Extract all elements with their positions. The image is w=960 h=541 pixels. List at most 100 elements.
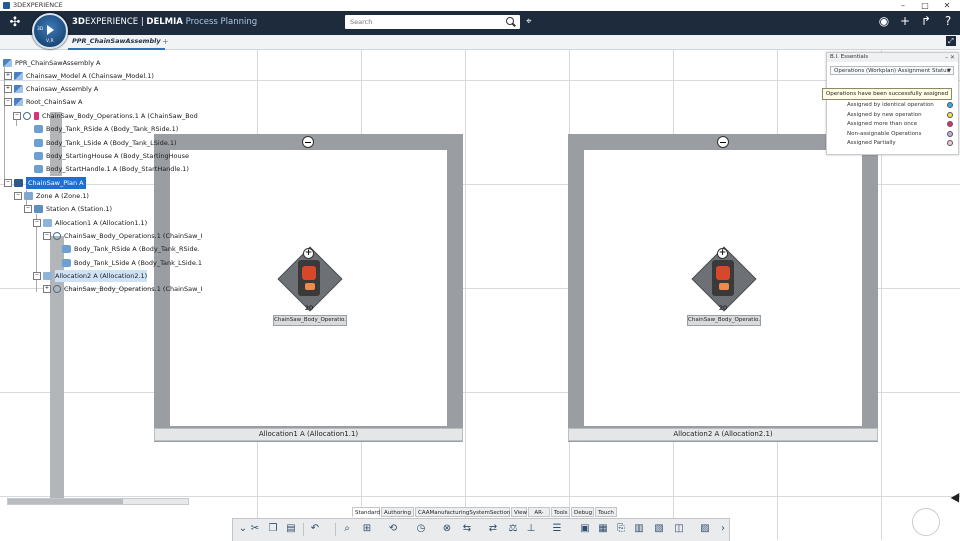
sync-icon[interactable]: ⊗ (441, 523, 453, 535)
minimize-button[interactable]: – (892, 0, 914, 11)
plus-icon[interactable]: + (897, 14, 913, 28)
export-icon[interactable]: ⎘ (615, 523, 627, 535)
view-icon[interactable]: ◫ (673, 523, 685, 535)
part-icon (34, 125, 43, 133)
tree-item[interactable]: Body_StartingHouse A (Body_StartingHouse (34, 150, 189, 162)
gantt-icon[interactable]: ▧ (653, 523, 665, 535)
list-icon[interactable]: ☰ (551, 523, 563, 535)
tree-item[interactable]: Body_StartHandle.1 A (Body_StartHandle.1… (34, 163, 189, 175)
allocation-icon (43, 219, 52, 227)
legend-swatch-pink (947, 140, 953, 146)
copy-icon[interactable]: ❐ (267, 523, 279, 535)
search-icon[interactable] (506, 17, 514, 25)
assembly-icon (3, 59, 12, 67)
tree-item-label: ChainSaw_Body_Operations.1 (ChainSaw_I (64, 285, 203, 293)
tree-item[interactable]: Body_Tank_LSide A (Body_Tank_LSide.1 (62, 257, 202, 269)
tree-item[interactable]: + ChainSaw_Body_Operations.1 (ChainSaw_I (43, 283, 203, 295)
collapse-toggle[interactable]: − (33, 219, 41, 227)
collapse-toggle[interactable]: − (43, 232, 51, 240)
link-icon[interactable]: ⟲ (387, 523, 399, 535)
tree-item[interactable]: − Allocation2 A (Allocation2.1) (33, 270, 148, 282)
report-icon[interactable]: ▨ (699, 523, 711, 535)
clock-icon[interactable]: ◷ (415, 523, 427, 535)
tree-item[interactable]: Body_Tank_LSide A (Body_Tank_LSide.1) (34, 137, 177, 149)
bar-chart-icon[interactable]: ▥ (633, 523, 645, 535)
collapse-bar-icon[interactable]: ⌄ (237, 523, 249, 535)
close-button[interactable]: ✕ (936, 0, 958, 11)
tree-item-label: Station A (Station.1) (46, 205, 113, 213)
tab-view[interactable]: View (511, 507, 527, 517)
expand-toggle[interactable]: + (4, 72, 12, 80)
tree-item[interactable]: Body_Tank_RSide A (Body_Tank_RSide. (62, 243, 200, 255)
user-icon[interactable]: ◉ (876, 14, 892, 28)
tree-item[interactable]: + Chainsaw_Model A (Chainsaw_Model.1) (4, 70, 154, 82)
share-icon[interactable]: ↱ (918, 14, 934, 28)
tree-item-selected[interactable]: − ChainSaw_Plan A (4, 177, 86, 189)
tab-debug[interactable]: Debug (571, 507, 594, 517)
paste-icon[interactable]: ▤ (285, 523, 297, 535)
collapse-toggle[interactable]: − (13, 112, 21, 120)
flow-icon[interactable]: ⇄ (487, 523, 499, 535)
expand-toggle[interactable]: + (43, 285, 51, 293)
legend-swatch-magenta (947, 121, 953, 127)
plan-icon (14, 179, 23, 187)
search-input[interactable] (345, 15, 520, 29)
scrollbar-thumb[interactable] (8, 499, 123, 504)
collapse-allocation2-button[interactable] (717, 136, 729, 148)
operation-node[interactable]: + 20 ChainSaw_Body_Operatio... (685, 246, 761, 336)
collapse-toggle[interactable]: − (4, 179, 12, 187)
hierarchy-icon[interactable]: ⊥ (525, 523, 537, 535)
collapse-toggle[interactable]: − (14, 192, 22, 200)
balance-icon[interactable]: ⚖ (507, 523, 519, 535)
expand-toggle[interactable]: + (4, 85, 12, 93)
tab-caa-manufacturing[interactable]: CAAManufacturingSystemSection (415, 507, 510, 517)
cut-icon[interactable]: ✂ (249, 523, 261, 535)
operation-node[interactable]: + 20 ChainSaw_Body_Operatio... (271, 246, 347, 336)
maximize-button[interactable]: □ (914, 0, 936, 11)
undo-icon[interactable]: ↶ (309, 523, 321, 535)
tree-item-label: ChainSaw_Body_Operations.1 (ChainSaw_I (64, 232, 203, 240)
bi-select-value: Operations (Workplan) Assignment Status (834, 68, 950, 74)
tree-item[interactable]: − Zone A (Zone.1) (14, 190, 89, 202)
legend-label: Assigned by identical operation (847, 102, 934, 108)
compass-widget[interactable]: 3D V,R (32, 13, 68, 49)
tree-horizontal-scrollbar[interactable] (7, 498, 189, 505)
collapse-toggle[interactable]: − (4, 98, 12, 106)
more-icon[interactable]: › (717, 523, 729, 535)
view-compass-icon[interactable] (912, 508, 940, 536)
tag-icon[interactable]: ⌖ (526, 16, 532, 27)
tree-item[interactable]: − Station A (Station.1) (24, 203, 112, 215)
tab-ppr-chainsaw-assembly[interactable]: PPR_ChainSawAssembly (68, 35, 165, 50)
collapse-toggle[interactable]: − (24, 205, 32, 213)
tree-item[interactable]: − ChainSaw_Body_Operations.1 A (ChainSaw_… (13, 110, 198, 122)
tree-item[interactable]: − Allocation1 A (Allocation1.1) (33, 217, 147, 229)
cube-icon[interactable]: ▣ (579, 523, 591, 535)
specification-tree[interactable]: PPR_ChainSawAssembly A + Chainsaw_Model A… (0, 54, 203, 500)
help-icon[interactable]: ? (940, 14, 956, 28)
expand-icon[interactable]: ⤢ (946, 36, 956, 46)
swap-icon[interactable]: ⇆ (461, 523, 473, 535)
legend-label: Assigned by new operation (847, 112, 922, 118)
tree-item-label: Body_StartHandle.1 A (Body_StartHandle.1… (46, 165, 189, 173)
tree-item[interactable]: − ChainSaw_Body_Operations.1 (ChainSaw_I (43, 230, 203, 242)
tab-tools[interactable]: Tools (551, 507, 570, 517)
tree-item[interactable]: PPR_ChainSawAssembly A (3, 57, 100, 69)
collapse-toggle[interactable]: − (33, 272, 41, 280)
tree-item[interactable]: + Chainsaw_Assembly A (4, 83, 98, 95)
tree-item[interactable]: Body_Tank_RSide A (Body_Tank_RSide.1) (34, 123, 178, 135)
tab-standard[interactable]: Standard (352, 507, 380, 517)
collapse-allocation1-button[interactable] (302, 136, 314, 148)
expand-node-button[interactable]: + (717, 248, 728, 259)
tab-ar-vr[interactable]: AR-VR (528, 507, 550, 526)
assign-icon[interactable]: ⊞ (361, 523, 373, 535)
tree-item[interactable]: − Root_ChainSaw A (4, 96, 82, 108)
table-icon[interactable]: ▦ (597, 523, 609, 535)
bi-panel-controls[interactable]: – ✕ (945, 53, 955, 62)
add-tab-button[interactable]: + (162, 35, 169, 48)
bi-status-select[interactable]: Operations (Workplan) Assignment Status ▼ (830, 66, 954, 75)
tab-authoring[interactable]: Authoring (381, 507, 414, 517)
expand-node-button[interactable]: + (303, 248, 314, 259)
ds-logo-icon[interactable]: ✣ (6, 14, 24, 32)
tab-touch[interactable]: Touch (595, 507, 617, 517)
search-icon[interactable]: ⌕ (341, 523, 353, 535)
